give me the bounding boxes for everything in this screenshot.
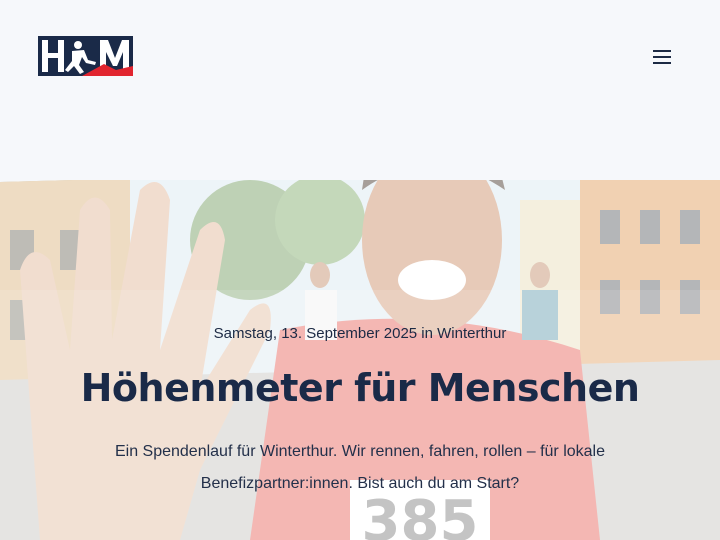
- hero-subtitle: Ein Spendenlauf für Winterthur. Wir renn…: [114, 443, 606, 492]
- page-title: Höhenmeter für Menschen: [80, 366, 640, 410]
- event-date: Samstag, 13. September 2025 in Winterthu…: [213, 325, 507, 342]
- hero-content: Samstag, 13. September 2025 in Winterthu…: [0, 320, 720, 500]
- hamburger-menu-icon[interactable]: [648, 46, 676, 70]
- site-header: [0, 0, 720, 180]
- brand-logo[interactable]: [38, 36, 133, 76]
